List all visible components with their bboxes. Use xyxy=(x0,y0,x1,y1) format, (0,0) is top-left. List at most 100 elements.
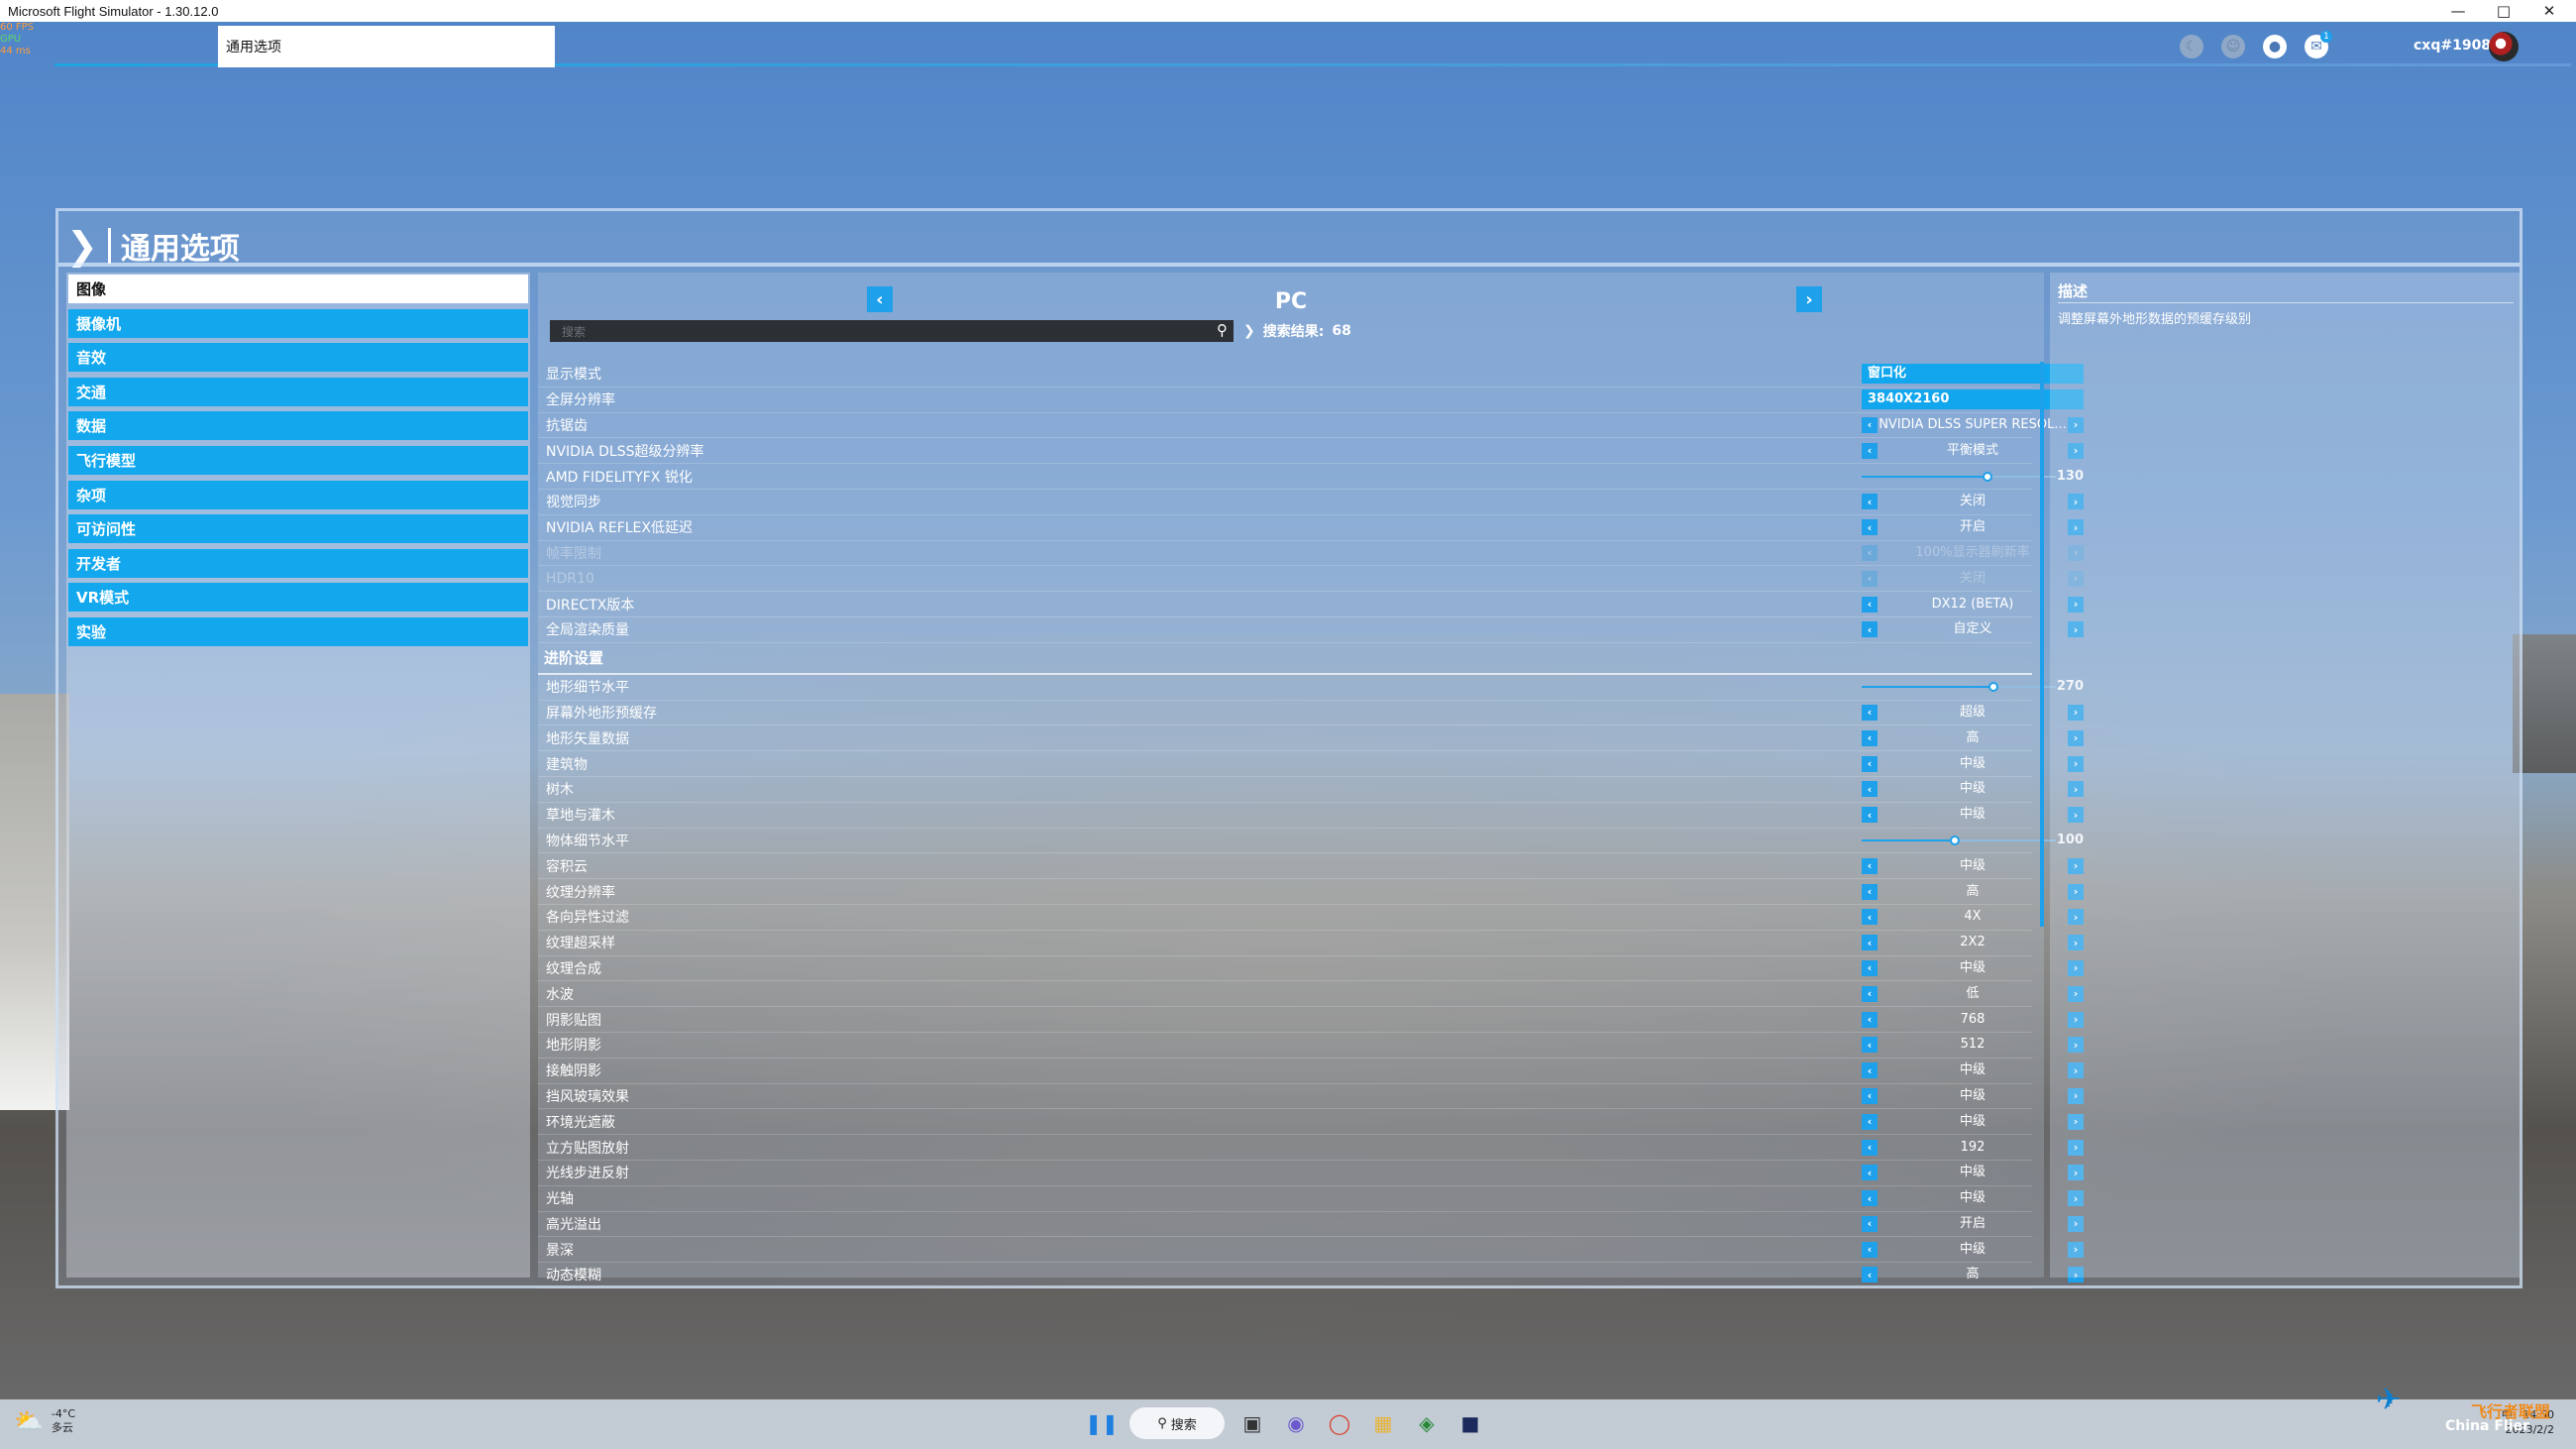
setting-row: 物体细节水平 100 xyxy=(538,829,2084,854)
close-button[interactable]: ✕ xyxy=(2526,0,2572,22)
chevron-left-icon[interactable]: ‹ xyxy=(1862,1011,1878,1028)
file-explorer-icon[interactable]: ▦ xyxy=(1367,1407,1399,1439)
chevron-left-icon[interactable]: ‹ xyxy=(1862,959,1878,976)
taskbar: ⛅ -4°C 多云 ❚❚ ⚲ 搜索 ▣ ◉ ◯ ▦ ◈ ■ 中 14:50 20… xyxy=(0,1399,2576,1449)
setting-row: 景深 ‹ 中级 › xyxy=(538,1237,2084,1264)
maximize-button[interactable]: □ xyxy=(2481,0,2526,22)
chevron-left-icon[interactable]: ‹ xyxy=(1862,1241,1878,1258)
setting-row: 各向异性过滤 ‹ 4X › xyxy=(538,905,2084,931)
moon-icon[interactable]: ☾ xyxy=(2180,35,2203,58)
slider-handle[interactable] xyxy=(1950,835,1961,845)
chevron-left-icon[interactable]: ‹ xyxy=(1862,1215,1878,1232)
group-icon[interactable]: ☺ xyxy=(2221,35,2245,58)
chrome-icon[interactable]: ◯ xyxy=(1324,1407,1355,1439)
windows-start-icon[interactable]: ❚❚ xyxy=(1085,1407,1119,1439)
airplane-icon: ✈ xyxy=(2376,1383,2402,1417)
avatar[interactable] xyxy=(2489,32,2519,61)
chevron-left-icon[interactable]: ‹ xyxy=(1862,729,1878,746)
options-panel: ❯ 通用选项 图像 摄像机 音效 交通 数据 飞行模型 杂项 可访问性 开发者 VR模式 实验 PC… xyxy=(55,208,2522,1288)
chevron-left-icon[interactable]: ‹ xyxy=(1862,1267,1878,1283)
settings-heading-label: PC xyxy=(1274,288,1308,314)
chevron-left-icon[interactable]: ‹ xyxy=(1862,1165,1878,1181)
notification-icon[interactable]: ✉ 1 xyxy=(2305,31,2332,58)
setting-label: 地形矢量数据 xyxy=(546,730,629,747)
chevron-left-icon[interactable]: ‹ xyxy=(1862,519,1878,536)
xbox-icon[interactable]: ◈ xyxy=(1411,1407,1443,1439)
setting-value: 768 xyxy=(1960,1011,1986,1027)
chevron-left-icon[interactable]: ‹ xyxy=(1862,807,1878,824)
chevron-left-icon[interactable]: ‹ xyxy=(1862,755,1878,772)
setting-value: 中级 xyxy=(1959,959,1986,975)
sidebar-item[interactable]: 飞行模型 xyxy=(68,445,528,475)
setting-value: 中级 xyxy=(1959,1062,1986,1078)
sidebar-item[interactable]: 可访问性 xyxy=(68,514,528,544)
back-chevron-icon[interactable]: ❯ xyxy=(66,227,98,265)
chevron-left-icon[interactable]: ‹ xyxy=(1862,909,1878,926)
chevron-left-icon[interactable]: ‹ xyxy=(1862,704,1878,721)
setting-label: 抗锯齿 xyxy=(546,417,588,434)
chevron-left-icon[interactable]: ‹ xyxy=(1862,1190,1878,1207)
weather-widget[interactable]: ⛅ -4°C 多云 xyxy=(14,1407,75,1435)
chevron-left-icon[interactable]: ‹ xyxy=(1862,1139,1878,1156)
prev-page-button[interactable]: ‹ xyxy=(867,286,893,312)
sidebar-item[interactable]: 图像 xyxy=(68,275,528,303)
minimize-button[interactable]: — xyxy=(2435,0,2481,22)
setting-label: 纹理分辨率 xyxy=(546,884,615,901)
setting-row: 高光溢出 ‹ 开启 › xyxy=(538,1212,2084,1238)
setting-row: 纹理合成 ‹ 中级 › xyxy=(538,956,2084,982)
setting-label: 建筑物 xyxy=(546,756,588,773)
chevron-left-icon[interactable]: ‹ xyxy=(1862,621,1878,638)
chat-icon[interactable]: ◉ xyxy=(1280,1407,1312,1439)
taskbar-search[interactable]: ⚲ 搜索 xyxy=(1129,1407,1225,1439)
slider-fill xyxy=(1862,686,1994,689)
sidebar-item[interactable]: 音效 xyxy=(68,343,528,373)
chevron-left-icon[interactable]: ‹ xyxy=(1862,1062,1878,1079)
sidebar-item[interactable]: 开发者 xyxy=(68,548,528,578)
sidebar-item[interactable]: 数据 xyxy=(68,411,528,441)
chevron-left-icon[interactable]: ‹ xyxy=(1862,935,1878,951)
search-input[interactable]: 搜索 ⚲ xyxy=(550,320,1234,342)
sidebar-item[interactable]: VR模式 xyxy=(68,583,528,613)
setting-row: AMD FIDELITYFX 锐化 130 xyxy=(538,464,2084,490)
chevron-left-icon[interactable]: ‹ xyxy=(1862,1037,1878,1054)
chevron-left-icon[interactable]: ‹ xyxy=(1862,857,1878,874)
chevron-left-icon[interactable]: ‹ xyxy=(1862,442,1878,459)
chevron-left-icon[interactable]: ‹ xyxy=(1862,1087,1878,1104)
setting-value: 192 xyxy=(1960,1139,1986,1155)
chevron-left-icon[interactable]: ‹ xyxy=(1862,494,1878,510)
watermark-sub: China Flier xyxy=(2445,1418,2529,1434)
setting-value: 中级 xyxy=(1959,1087,1986,1103)
search-icon[interactable]: ⚲ xyxy=(1217,321,1228,339)
setting-label: 立方贴图放射 xyxy=(546,1140,629,1157)
slider-fill xyxy=(1862,838,1956,841)
chevron-left-icon[interactable]: ‹ xyxy=(1862,883,1878,900)
sidebar-item[interactable]: 杂项 xyxy=(68,480,528,509)
sidebar-item[interactable]: 交通 xyxy=(68,377,528,406)
settings-scrollbar[interactable] xyxy=(2040,362,2044,927)
sidebar-item[interactable]: 实验 xyxy=(68,616,528,646)
setting-row: 光轴 ‹ 中级 › xyxy=(538,1186,2084,1212)
notification-badge: 1 xyxy=(2320,31,2332,43)
setting-label: 显示模式 xyxy=(546,367,601,384)
username[interactable]: cxq#1908 xyxy=(2414,38,2491,54)
setting-row: 全屏分辨率 3840X2160 xyxy=(538,388,2084,413)
setting-label: 纹理合成 xyxy=(546,960,601,977)
chevron-left-icon[interactable]: ‹ xyxy=(1862,781,1878,798)
next-page-button[interactable]: › xyxy=(1796,286,1822,312)
sidebar-item[interactable]: 摄像机 xyxy=(68,308,528,338)
flight-simulator-icon[interactable]: ■ xyxy=(1454,1407,1486,1439)
chevron-left-icon[interactable]: ‹ xyxy=(1862,1113,1878,1130)
setting-label: 草地与灌木 xyxy=(546,808,615,825)
setting-row: 环境光遮蔽 ‹ 中级 › xyxy=(538,1109,2084,1136)
profile-icon[interactable]: ● xyxy=(2263,35,2287,58)
setting-label: 树木 xyxy=(546,782,574,799)
slider-handle[interactable] xyxy=(1988,682,1999,693)
setting-row: 显示模式 窗口化 xyxy=(538,362,2084,388)
settings-heading: PC xyxy=(796,277,1786,326)
taskbar-apps: ❚❚ ⚲ 搜索 ▣ ◉ ◯ ▦ ◈ ■ xyxy=(1085,1407,1486,1439)
chevron-left-icon[interactable]: ‹ xyxy=(1862,985,1878,1002)
chevron-left-icon[interactable]: ‹ xyxy=(1862,596,1878,613)
slider-handle[interactable] xyxy=(1983,471,1993,482)
task-view-icon[interactable]: ▣ xyxy=(1236,1407,1268,1439)
chevron-left-icon[interactable]: ‹ xyxy=(1862,416,1878,433)
